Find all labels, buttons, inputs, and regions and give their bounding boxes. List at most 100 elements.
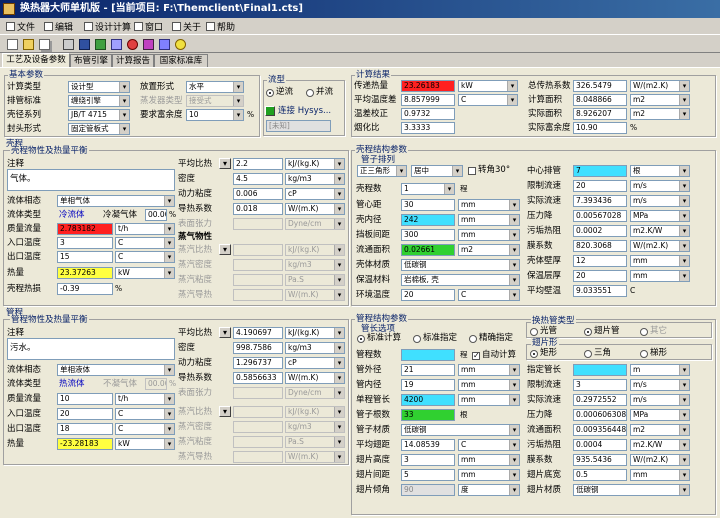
tube-note-area[interactable]: 污水。	[7, 338, 175, 360]
fb-unit[interactable]: mm	[630, 469, 690, 481]
th-unit[interactable]: W/(m2.K)	[630, 454, 690, 466]
over-field[interactable]: 10.90	[573, 122, 627, 134]
tube-cond-field[interactable]: 00.00	[145, 378, 167, 390]
fm-select[interactable]: 低碳钢	[573, 484, 690, 496]
shell-loss-field[interactable]: -0.39	[57, 283, 113, 295]
shell-heat-field[interactable]: 23.37263	[57, 267, 113, 279]
pitch-field[interactable]: 30	[401, 199, 455, 211]
corr-field[interactable]: 0.9732	[401, 108, 455, 120]
tube-vk-field[interactable]	[233, 451, 283, 463]
shell-flow-unit[interactable]: t/h	[115, 223, 175, 235]
tube-cp-dropdown-button[interactable]: ▾	[219, 327, 231, 338]
cnt-field[interactable]: 33	[401, 409, 455, 421]
baf-field[interactable]: 300	[401, 229, 455, 241]
shell-heat-unit[interactable]: kW	[115, 267, 175, 279]
print-button[interactable]	[60, 36, 75, 51]
vmax-unit[interactable]: m/s	[630, 180, 690, 192]
h-field[interactable]: 820.3068	[573, 240, 627, 252]
help-button[interactable]	[140, 36, 155, 51]
head-select[interactable]: 固定管板式	[68, 123, 130, 135]
tube-tout-field[interactable]: 18	[57, 423, 113, 435]
stop-button[interactable]	[124, 36, 139, 51]
di-field[interactable]: 242	[401, 214, 455, 226]
auto-calc-checkbox[interactable]: 自动计算	[472, 350, 516, 361]
ins-select[interactable]: 岩棉板, 壳	[401, 274, 520, 286]
shell-tin-field[interactable]: 3	[57, 237, 113, 249]
rotate-30-checkbox[interactable]: 转角30°	[468, 165, 510, 176]
tri-fin-radio[interactable]: 三角	[584, 348, 611, 359]
tube-k-unit[interactable]: W/(m.K)	[285, 372, 345, 384]
rf-unit[interactable]: m2.K/W	[630, 225, 690, 237]
exact-spec-radio[interactable]: 精确指定	[469, 333, 513, 344]
tube-tout-unit[interactable]: C	[115, 423, 175, 435]
amb-unit[interactable]: C	[458, 289, 520, 301]
shell-tout-unit[interactable]: C	[115, 251, 175, 263]
tab-report[interactable]: 计算报告	[112, 54, 154, 67]
tpl-field[interactable]: 3	[573, 379, 627, 391]
shell-mu-field[interactable]: 0.006	[233, 188, 283, 200]
dp-field[interactable]: 0.00567028	[573, 210, 627, 222]
tube-vcp-unit[interactable]: kJ/(kg.K)	[285, 406, 345, 418]
fs-field[interactable]: 5	[401, 469, 455, 481]
area-field[interactable]: 8.048866	[573, 94, 627, 106]
bare-tube-radio[interactable]: 光管	[530, 326, 557, 337]
rf-field[interactable]: 0.0002	[573, 225, 627, 237]
spl-field[interactable]	[573, 364, 627, 376]
len-unit[interactable]: mm	[458, 394, 520, 406]
spl-unit[interactable]: m	[630, 364, 690, 376]
calc-type-select[interactable]: 设计型	[68, 81, 130, 93]
tube-rho-field[interactable]: 998.7586	[233, 342, 283, 354]
rect-fin-radio[interactable]: 矩形	[530, 348, 557, 359]
menu-edit[interactable]: 编辑	[44, 20, 73, 33]
tube-vk-unit[interactable]: W/(m.K)	[285, 451, 345, 463]
place-select[interactable]: 水平	[186, 81, 244, 93]
shell-st-unit[interactable]: Dyne/cm	[285, 218, 345, 230]
shell-mat-select[interactable]: 低碳钢	[401, 259, 520, 271]
shell-vk-field[interactable]	[233, 289, 283, 301]
h-unit[interactable]: W/(m2.K)	[630, 240, 690, 252]
fh-field[interactable]: 3	[401, 454, 455, 466]
connect-icon[interactable]	[265, 106, 275, 116]
shell-rho-unit[interactable]: kg/m3	[285, 173, 345, 185]
shell-mu-unit[interactable]: cP	[285, 188, 345, 200]
save-button[interactable]	[76, 36, 91, 51]
shell-tin-unit[interactable]: C	[115, 237, 175, 249]
wt-field[interactable]: 12	[573, 255, 627, 267]
fangle-unit[interactable]: 度	[458, 484, 520, 496]
u-unit[interactable]: W/(m2.K)	[630, 80, 690, 92]
tube-std-select[interactable]: 缠绕引擎	[68, 95, 130, 107]
tube-flow-field[interactable]: 10	[57, 393, 113, 405]
tn-field[interactable]	[401, 349, 455, 361]
shell-vrho-unit[interactable]: kg/m3	[285, 259, 345, 271]
margin-select[interactable]: 10	[186, 109, 244, 121]
tube-mu-field[interactable]: 1.296737	[233, 357, 283, 369]
tube-vmu-unit[interactable]: Pa.S	[285, 436, 345, 448]
va-unit[interactable]: m/s	[630, 195, 690, 207]
shell-vmu-unit[interactable]: Pa.S	[285, 274, 345, 286]
aarea-unit[interactable]: m2	[630, 108, 690, 120]
shell-cp-unit[interactable]: kJ/(kg.K)	[285, 158, 345, 170]
it-unit[interactable]: mm	[630, 270, 690, 282]
tube-phase-select[interactable]: 单相液体	[57, 364, 175, 376]
tdp-field[interactable]: 0.000606308	[573, 409, 627, 421]
fh-unit[interactable]: mm	[458, 454, 520, 466]
wt-unit[interactable]: mm	[630, 255, 690, 267]
calc-button[interactable]	[108, 36, 123, 51]
dp-unit[interactable]: MPa	[630, 210, 690, 222]
tube-rho-unit[interactable]: kg/m3	[285, 342, 345, 354]
center-tubes-field[interactable]: 7	[573, 165, 627, 177]
parallel-flow-radio[interactable]: 并流	[306, 87, 333, 98]
fp-unit[interactable]: C	[458, 439, 520, 451]
shell-note-area[interactable]: 气体。	[7, 169, 175, 191]
lmtd-unit[interactable]: C	[458, 94, 518, 106]
shell-flow-field[interactable]: 2.783182	[57, 223, 113, 235]
di-unit[interactable]: mm	[458, 214, 520, 226]
tube-cp-unit[interactable]: kJ/(kg.K)	[285, 327, 345, 339]
shell-phase-select[interactable]: 单相气体	[57, 195, 175, 207]
tube-mat-select[interactable]: 低碳钢	[401, 424, 520, 436]
copy-button[interactable]	[36, 36, 51, 51]
tube-tin-field[interactable]: 20	[57, 408, 113, 420]
tube-vmu-field[interactable]	[233, 436, 283, 448]
ns-select[interactable]: 1	[401, 183, 455, 195]
duty-field[interactable]: 23.26183	[401, 80, 455, 92]
